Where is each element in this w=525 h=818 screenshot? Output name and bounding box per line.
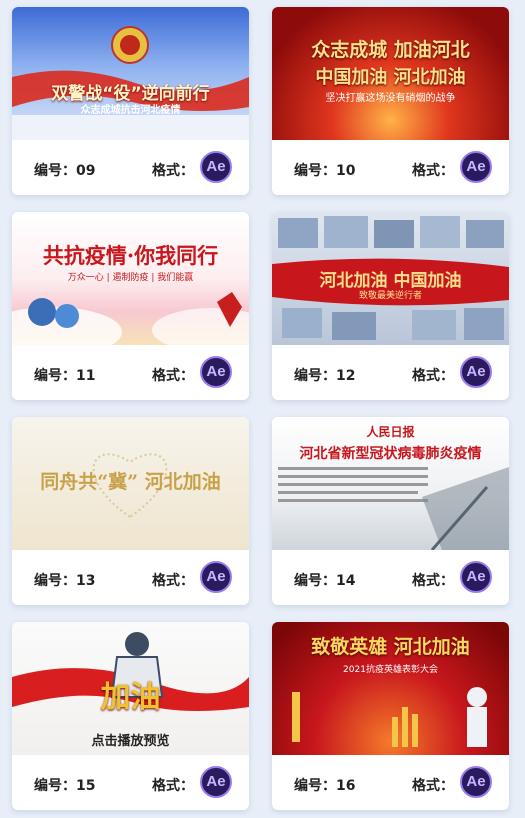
card-meta: 编号：13 格式： Ae (12, 550, 249, 605)
thumbnail-title-2: 中国加油 河北加油 (315, 67, 466, 88)
thumbnail-title: 共抗疫情·你我同行 (42, 243, 219, 268)
thumbnail-subtitle: 2021抗疫英雄表彰大会 (343, 665, 438, 675)
thumbnail-title: 同舟共“冀” 河北加油 (40, 471, 221, 493)
template-number: 编号：10 (294, 163, 356, 179)
template-number: 编号：09 (34, 163, 96, 179)
thumbnail-title: 致敬英雄 河北加油 (311, 636, 470, 658)
template-card[interactable]: 河北加油 中国加油 致敬最美逆行者 编号：12 格式： Ae (272, 212, 509, 400)
after-effects-icon: Ae (460, 356, 492, 388)
format-label: 格式： (412, 778, 454, 794)
thumbnail[interactable]: 加油 点击播放预览 (12, 622, 249, 755)
format-label: 格式： (152, 573, 194, 589)
thumbnail-subtitle: 人民日报 (366, 425, 415, 439)
card-meta: 编号：09 格式： Ae (12, 140, 249, 195)
after-effects-icon: Ae (200, 151, 232, 183)
format-label: 格式： (152, 368, 194, 384)
format-label: 格式： (152, 163, 194, 179)
template-grid: 双警战“役”逆向前行 众志成城抗击河北疫情 编号：09 格式： Ae 众志成城 … (0, 0, 525, 818)
template-card[interactable]: 双警战“役”逆向前行 众志成城抗击河北疫情 编号：09 格式： Ae (12, 7, 249, 195)
template-card[interactable]: 致敬英雄 河北加油 2021抗疫英雄表彰大会 编号：16 格式： Ae (272, 622, 509, 810)
thumbnail-subtitle: 众志成城抗击河北疫情 (80, 105, 181, 116)
thumbnail[interactable]: 人民日报 河北省新型冠状病毒肺炎疫情 (272, 417, 509, 550)
thumbnail-subtitle: 万众一心 | 遏制防疫 | 我们能赢 (67, 273, 194, 283)
thumbnail-title: 众志成城 加油河北 (311, 39, 470, 61)
format-label: 格式： (412, 368, 454, 384)
template-card[interactable]: 加油 点击播放预览 编号：15 格式： Ae (12, 622, 249, 810)
thumbnail[interactable]: 众志成城 加油河北 中国加油 河北加油 坚决打赢这场没有硝烟的战争 (272, 7, 509, 140)
card-meta: 编号：16 格式： Ae (272, 755, 509, 810)
thumbnail-title: 河北省新型冠状病毒肺炎疫情 (299, 446, 482, 462)
format-label: 格式： (412, 163, 454, 179)
after-effects-icon: Ae (460, 766, 492, 798)
format-label: 格式： (152, 778, 194, 794)
card-meta: 编号：11 格式： Ae (12, 345, 249, 400)
thumbnail[interactable]: 河北加油 中国加油 致敬最美逆行者 (272, 212, 509, 345)
thumbnail-subtitle: 致敬最美逆行者 (358, 291, 422, 301)
template-number: 编号：12 (294, 368, 356, 384)
play-preview-label[interactable]: 点击播放预览 (12, 730, 249, 749)
thumbnail[interactable]: 致敬英雄 河北加油 2021抗疫英雄表彰大会 (272, 622, 509, 755)
template-number: 编号：16 (294, 778, 356, 794)
after-effects-icon: Ae (460, 561, 492, 593)
thumbnail[interactable]: 共抗疫情·你我同行 万众一心 | 遏制防疫 | 我们能赢 (12, 212, 249, 345)
thumbnail[interactable]: 同舟共“冀” 河北加油 (12, 417, 249, 550)
after-effects-icon: Ae (200, 356, 232, 388)
thumbnail[interactable]: 双警战“役”逆向前行 众志成城抗击河北疫情 (12, 7, 249, 140)
thumbnail-title: 加油 (100, 680, 161, 715)
template-card[interactable]: 同舟共“冀” 河北加油 编号：13 格式： Ae (12, 417, 249, 605)
thumbnail-subtitle: 坚决打赢这场没有硝烟的战争 (325, 93, 456, 104)
card-meta: 编号：10 格式： Ae (272, 140, 509, 195)
card-meta: 编号：14 格式： Ae (272, 550, 509, 605)
after-effects-icon: Ae (460, 151, 492, 183)
template-card[interactable]: 众志成城 加油河北 中国加油 河北加油 坚决打赢这场没有硝烟的战争 编号：10 … (272, 7, 509, 195)
after-effects-icon: Ae (200, 561, 232, 593)
card-meta: 编号：12 格式： Ae (272, 345, 509, 400)
template-number: 编号：14 (294, 573, 356, 589)
template-number: 编号：15 (34, 778, 96, 794)
template-number: 编号：11 (34, 368, 96, 384)
template-card[interactable]: 人民日报 河北省新型冠状病毒肺炎疫情 编号：14 格式： Ae (272, 417, 509, 605)
template-card[interactable]: 共抗疫情·你我同行 万众一心 | 遏制防疫 | 我们能赢 编号：11 格式： A… (12, 212, 249, 400)
card-meta: 编号：15 格式： Ae (12, 755, 249, 810)
format-label: 格式： (412, 573, 454, 589)
thumbnail-art (12, 26, 249, 140)
template-number: 编号：13 (34, 573, 96, 589)
after-effects-icon: Ae (200, 766, 232, 798)
